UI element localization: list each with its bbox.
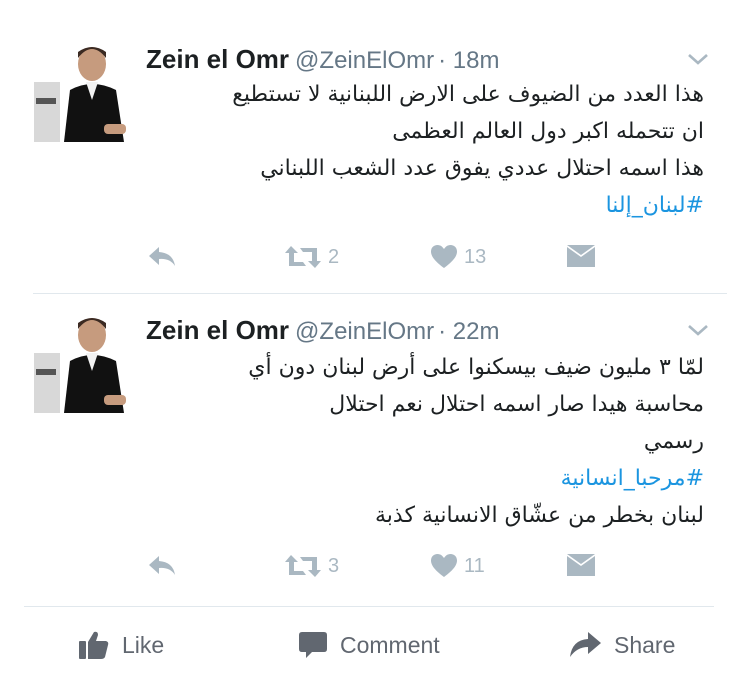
like-button[interactable]: 13	[430, 244, 486, 270]
retweet-count: 2	[328, 245, 340, 268]
tweet-actions: 2 13	[0, 244, 737, 274]
envelope-icon	[567, 245, 595, 267]
tweet-actions: 3 11	[0, 553, 737, 583]
tweet-line: هذا العدد من الضيوف على الارض اللبنانية …	[232, 82, 704, 107]
tweet-time[interactable]: · 22m	[438, 318, 499, 345]
share-action-button[interactable]: Share	[568, 630, 675, 660]
author-name[interactable]: Zein el Omr	[146, 44, 289, 74]
like-action-button[interactable]: Like	[78, 630, 164, 660]
author-handle[interactable]: @ZeinElOmr	[295, 47, 434, 74]
chevron-down-icon[interactable]	[685, 321, 711, 339]
tweet-header: Zein el Omr @ZeinElOmr · 22m	[146, 315, 499, 346]
retweet-button[interactable]: 3	[284, 553, 339, 579]
facebook-action-bar: Like Comment Share	[0, 620, 737, 676]
tweet-line: رسمي	[643, 429, 704, 454]
comment-action-button[interactable]: Comment	[298, 630, 440, 660]
retweet-button[interactable]: 2	[284, 244, 339, 270]
like-button[interactable]: 11	[430, 553, 485, 579]
dm-button[interactable]	[566, 244, 596, 270]
comment-icon	[299, 632, 327, 658]
like-count: 11	[464, 554, 485, 577]
tweet-line: لمّا ٣ مليون ضيف بيسكنوا على أرض لبنان د…	[248, 355, 704, 380]
retweet-count: 3	[328, 554, 340, 577]
chevron-down-icon[interactable]	[685, 50, 711, 68]
tweet-text: هذا العدد من الضيوف على الارض اللبنانية …	[144, 76, 704, 224]
content-divider	[24, 606, 714, 607]
tweet-header: Zein el Omr @ZeinElOmr · 18m	[146, 44, 499, 75]
comment-action-label: Comment	[340, 631, 440, 658]
reply-button[interactable]	[146, 244, 178, 270]
author-name[interactable]: Zein el Omr	[146, 315, 289, 345]
thumbs-up-icon	[79, 631, 109, 659]
tweet-time[interactable]: · 18m	[438, 47, 499, 74]
avatar[interactable]	[34, 42, 130, 142]
author-handle[interactable]: @ZeinElOmr	[295, 318, 434, 345]
envelope-icon	[567, 554, 595, 576]
hashtag-link[interactable]: #لبنان_إلنا	[144, 187, 704, 224]
heart-icon	[431, 554, 457, 577]
tweet-line: ان تتحمله اكبر دول العالم العظمى	[392, 119, 704, 144]
reply-icon	[149, 556, 175, 575]
like-action-label: Like	[122, 631, 165, 658]
retweet-icon	[285, 246, 321, 268]
retweet-icon	[285, 555, 321, 577]
heart-icon	[431, 245, 457, 268]
share-action-label: Share	[614, 631, 676, 658]
hashtag-link[interactable]: #مرحبا_انسانية	[144, 460, 704, 497]
tweet-line: هذا اسمه احتلال عددي يفوق عدد الشعب اللب…	[260, 156, 704, 181]
tweet-divider	[33, 293, 727, 294]
reply-button[interactable]	[146, 553, 178, 579]
tweet-text: لمّا ٣ مليون ضيف بيسكنوا على أرض لبنان د…	[144, 349, 704, 534]
share-arrow-icon	[570, 632, 601, 657]
tweet-line: لبنان بخطر من عشّاق الانسانية كذبة	[375, 503, 704, 528]
like-count: 13	[464, 245, 487, 268]
avatar[interactable]	[34, 313, 130, 413]
tweet-line: محاسبة هيدا صار اسمه احتلال نعم احتلال	[329, 392, 704, 417]
dm-button[interactable]	[566, 553, 596, 579]
reply-icon	[149, 247, 175, 266]
